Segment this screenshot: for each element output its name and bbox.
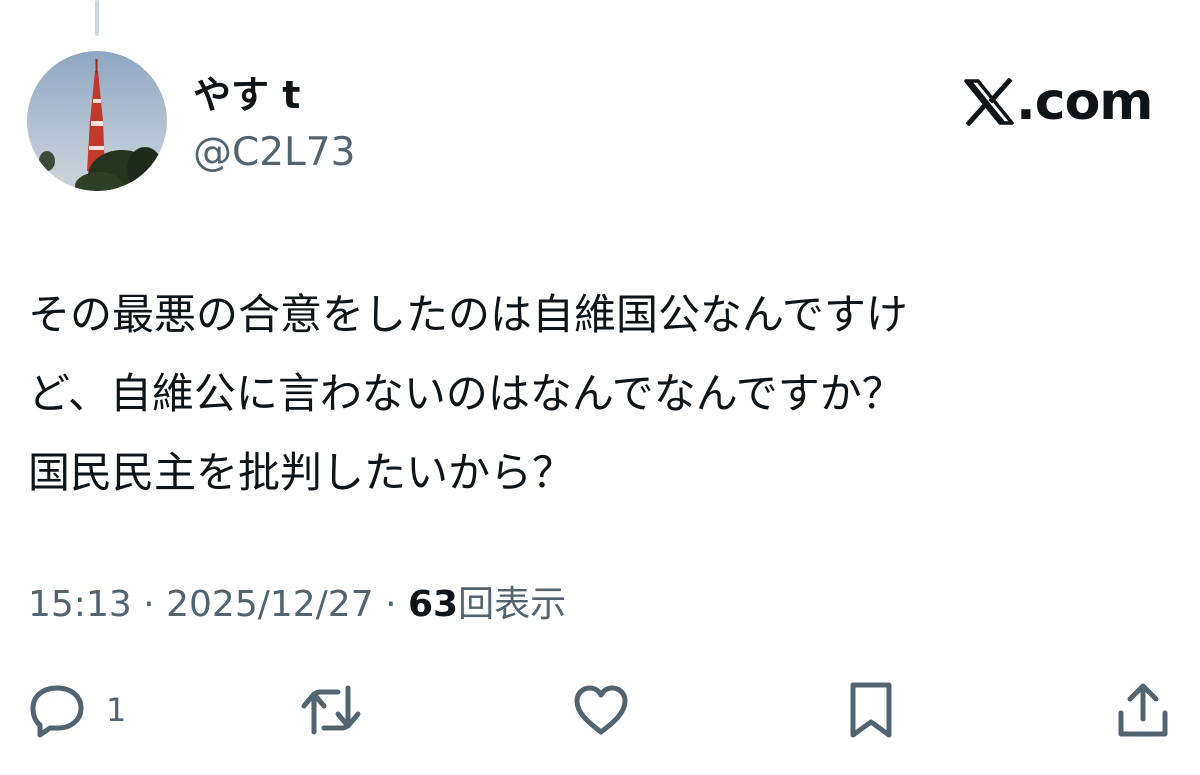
- thread-connector-line: [95, 0, 99, 36]
- tweet-line: ど、自維公に言わないのはなんでなんですか？: [28, 369, 904, 418]
- repost-icon: [301, 685, 361, 735]
- reply-button[interactable]: 1: [28, 680, 126, 740]
- tweet-line: 国民民主を批判したいから？: [28, 448, 575, 497]
- views-count: 63: [407, 584, 459, 625]
- reply-count: 1: [106, 691, 127, 729]
- meta-separator: ·: [143, 584, 155, 625]
- repost-button[interactable]: [300, 680, 362, 740]
- views-label: 回表示: [458, 584, 567, 625]
- author-handle[interactable]: @C2L73: [193, 128, 355, 178]
- tweet-line: その最悪の合意をしたのは自維国公なんですけ: [28, 290, 908, 339]
- avatar[interactable]: [27, 51, 167, 191]
- tokyo-tower-photo: [27, 51, 167, 191]
- brand-label: .com: [1016, 72, 1153, 132]
- x-com-brand: .com: [964, 72, 1153, 132]
- reply-icon: [30, 685, 84, 738]
- author-display-name[interactable]: やす t: [193, 70, 300, 120]
- tweet-body: その最悪の合意をしたのは自維国公なんですけ ど、自維公に言わないのはなんでなんで…: [28, 275, 1178, 512]
- share-button[interactable]: [1116, 680, 1170, 740]
- x-logo-icon: [964, 77, 1014, 127]
- meta-separator: ·: [385, 584, 397, 625]
- share-icon: [1118, 683, 1168, 737]
- like-button[interactable]: [572, 680, 630, 740]
- post-time[interactable]: 15:13: [28, 584, 132, 625]
- tweet-meta: 15:13 · 2025/12/27 · 63回表示: [28, 580, 566, 630]
- post-date[interactable]: 2025/12/27: [166, 584, 374, 625]
- bookmark-button[interactable]: [848, 680, 894, 740]
- bookmark-icon: [850, 682, 892, 738]
- heart-icon: [574, 685, 628, 735]
